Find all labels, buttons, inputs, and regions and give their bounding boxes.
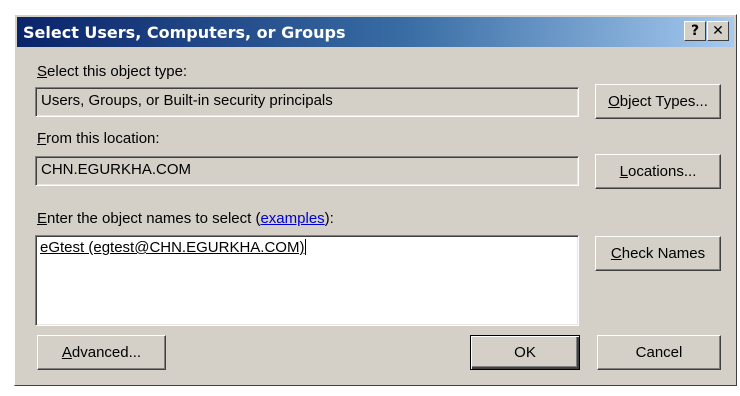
close-button[interactable]: ✕ xyxy=(707,21,729,41)
object-types-button[interactable]: Object Types... xyxy=(595,84,721,119)
examples-link[interactable]: examples xyxy=(260,210,324,227)
select-users-dialog: Select Users, Computers, or Groups ? ✕ S… xyxy=(14,14,737,386)
locations-button[interactable]: Locations... xyxy=(595,154,721,189)
object-names-label: Enter the object names to select (exampl… xyxy=(37,210,334,227)
check-names-button[interactable]: Check Names xyxy=(595,236,721,271)
dialog-title: Select Users, Computers, or Groups xyxy=(23,23,346,42)
location-label: From this location: xyxy=(37,130,160,147)
object-names-input[interactable]: eGtest (egtest@CHN.EGURKHA.COM) xyxy=(35,235,579,326)
location-field: CHN.EGURKHA.COM xyxy=(35,156,579,186)
close-icon: ✕ xyxy=(712,23,724,39)
help-button[interactable]: ? xyxy=(684,21,706,41)
resolved-name: eGtest (egtest@CHN.EGURKHA.COM) xyxy=(40,239,305,256)
object-type-field: Users, Groups, or Built-in security prin… xyxy=(35,87,579,117)
advanced-button[interactable]: Advanced... xyxy=(37,335,166,370)
cancel-button[interactable]: Cancel xyxy=(597,335,721,370)
ok-button[interactable]: OK xyxy=(470,335,580,370)
title-bar[interactable]: Select Users, Computers, or Groups ? ✕ xyxy=(17,17,734,47)
text-caret xyxy=(305,239,307,255)
object-type-label: Select this object type: xyxy=(37,63,188,80)
